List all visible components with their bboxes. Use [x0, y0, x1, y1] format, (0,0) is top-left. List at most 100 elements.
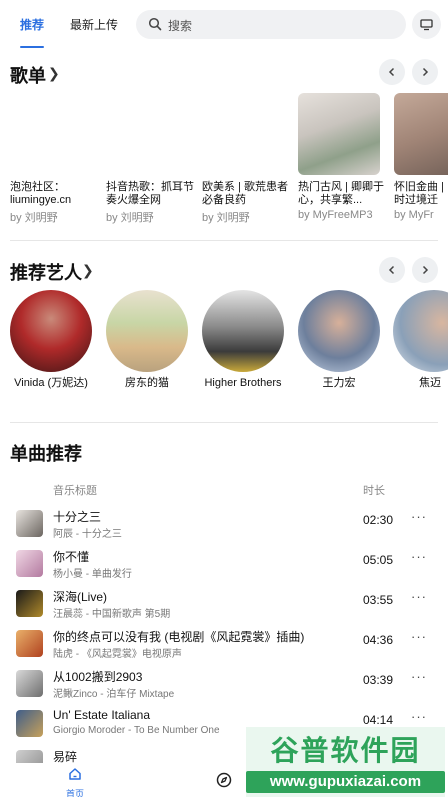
playlist-card[interactable]: 热门古风 | 卿卿于心，共享繁... by MyFreeMP3 [298, 93, 384, 221]
playlist-author: by 刘明野 [10, 212, 58, 224]
playlist-name: 泡泡社区：liumingye.cn [10, 181, 72, 206]
artist-avatar [393, 290, 448, 372]
song-cover [16, 670, 43, 697]
song-cover [16, 510, 43, 537]
nav-home[interactable]: 首页 [60, 767, 90, 797]
song-artist-album: 汪晨蕊 - 中国新歌声 第5期 [53, 609, 171, 620]
song-row[interactable]: 十分之三 阿辰 - 十分之三 02:30 ··· [0, 504, 448, 542]
artists-title[interactable]: 推荐艺人 [10, 259, 82, 285]
more-icon[interactable]: ··· [411, 549, 427, 564]
playlist-cover [298, 93, 380, 175]
playlist-card[interactable]: 抖音热歌：抓耳节奏火爆全网 by 刘明野 [106, 93, 194, 224]
chevron-left-icon [388, 265, 395, 275]
song-title: 从1002搬到2903 [53, 670, 143, 684]
chevron-right-icon[interactable]: ❯ [48, 65, 60, 82]
playlist-card[interactable]: 欧美系 | 歌荒患者必备良药 by 刘明野 [202, 93, 288, 224]
artist-card[interactable]: 房东的猫 [105, 290, 189, 390]
search-placeholder: 搜索 [168, 19, 193, 33]
watermark-title: 谷普软件园 [270, 735, 421, 766]
song-artist-album: Giorgio Moroder - To Be Number One [53, 725, 220, 736]
artist-name: 房东的猫 [125, 377, 169, 389]
song-title: Un' Estate Italiana [53, 708, 151, 722]
chevron-left-icon [388, 67, 395, 77]
artists-next-button[interactable] [412, 257, 438, 283]
playlist-cover [202, 93, 284, 175]
song-title: 你的终点可以没有我 (电视剧《风起霓裳》插曲) [53, 630, 305, 644]
song-duration: 04:14 [363, 713, 394, 727]
song-cover [16, 710, 43, 737]
song-title: 十分之三 [53, 510, 102, 524]
song-cover [16, 550, 43, 577]
artist-card[interactable]: 王力宏 [297, 290, 381, 390]
monitor-button[interactable] [412, 10, 441, 39]
song-artist-album: 泥鳅Zinco - 泊车仔 Mixtape [53, 689, 175, 700]
column-title[interactable]: 音乐标题 [53, 482, 97, 498]
artist-card[interactable]: Higher Brothers [201, 290, 285, 390]
song-cover [16, 590, 43, 617]
song-row[interactable]: 从1002搬到2903 泥鳅Zinco - 泊车仔 Mixtape 03:39 … [0, 664, 448, 702]
tab-latest-upload[interactable]: 最新上传 [70, 16, 118, 33]
song-row[interactable]: 你的终点可以没有我 (电视剧《风起霓裳》插曲) 陆虎 - 《风起霓裳》电视原声 … [0, 624, 448, 662]
artist-card[interactable]: Vinida (万妮达) [9, 290, 93, 390]
playlist-name: 抖音热歌：抓耳节奏火爆全网 [106, 181, 194, 206]
song-artist-album: 陆虎 - 《风起霓裳》电视原声 [53, 649, 182, 660]
more-icon[interactable]: ··· [411, 589, 427, 604]
playlist-author: by MyFreeMP3 [298, 209, 373, 221]
song-cover [16, 630, 43, 657]
artist-name: 王力宏 [322, 377, 356, 389]
search-input[interactable]: 搜索 [136, 10, 406, 39]
artist-name: 焦迈 [419, 377, 441, 389]
compass-icon [216, 772, 232, 788]
chevron-right-icon[interactable]: ❯ [82, 262, 94, 279]
playlist-cover [394, 93, 448, 175]
song-title: 深海(Live) [53, 590, 108, 604]
song-duration: 02:30 [363, 513, 394, 527]
song-duration: 05:05 [363, 553, 394, 567]
watermark-url: www.gupuxiazai.com [246, 771, 445, 793]
song-duration: 03:55 [363, 593, 394, 607]
artists-prev-button[interactable] [379, 257, 405, 283]
artist-avatar [10, 290, 92, 372]
playlist-cover [106, 93, 188, 175]
playlist-name: 热门古风 | 卿卿于心，共享繁... [298, 181, 384, 206]
artist-name: Vinida (万妮达) [14, 377, 88, 389]
watermark: 谷普软件园 www.gupuxiazai.com [246, 727, 445, 797]
playlists-prev-button[interactable] [379, 59, 405, 85]
divider [10, 422, 438, 423]
more-icon[interactable]: ··· [411, 509, 427, 524]
artist-name: Higher Brothers [204, 377, 282, 389]
song-title: 你不懂 [53, 550, 90, 564]
nav-home-label: 首页 [65, 789, 84, 797]
songs-title: 单曲推荐 [10, 444, 82, 464]
more-icon[interactable]: ··· [411, 709, 427, 724]
nav-explore[interactable] [216, 772, 232, 793]
artist-avatar [202, 290, 284, 372]
playlist-name: 欧美系 | 歌荒患者必备良药 [202, 181, 288, 206]
more-icon[interactable]: ··· [411, 669, 427, 684]
search-icon [148, 17, 162, 31]
more-icon[interactable]: ··· [411, 629, 427, 644]
top-bar: 推荐 最新上传 搜索 [0, 0, 448, 50]
playlists-title[interactable]: 歌单 [10, 62, 46, 88]
chevron-right-icon [422, 67, 429, 77]
song-duration: 04:36 [363, 633, 394, 647]
artist-avatar [106, 290, 188, 372]
playlist-card[interactable]: 泡泡社区：liumingye.cn by 刘明野 [10, 93, 96, 224]
song-duration: 03:39 [363, 673, 394, 687]
playlist-author: by 刘明野 [106, 212, 154, 224]
playlist-name: 怀旧金曲 | 时过境迁 [394, 181, 444, 206]
artist-card[interactable]: 焦迈 [393, 290, 448, 390]
playlist-author: by MyFr [394, 209, 434, 221]
playlist-card[interactable]: 怀旧金曲 | 时过境迁 by MyFr [394, 93, 448, 233]
tab-recommend[interactable]: 推荐 [20, 16, 45, 48]
playlist-author: by 刘明野 [202, 212, 250, 224]
playlists-next-button[interactable] [412, 59, 438, 85]
divider [10, 240, 438, 241]
song-row[interactable]: 你不懂 杨小曼 - 单曲发行 05:05 ··· [0, 544, 448, 582]
column-duration[interactable]: 时长 [363, 482, 385, 498]
song-artist-album: 阿辰 - 十分之三 [53, 529, 122, 540]
playlist-cover [10, 93, 92, 175]
home-icon [69, 768, 81, 780]
song-row[interactable]: 深海(Live) 汪晨蕊 - 中国新歌声 第5期 03:55 ··· [0, 584, 448, 622]
artist-avatar [298, 290, 380, 372]
